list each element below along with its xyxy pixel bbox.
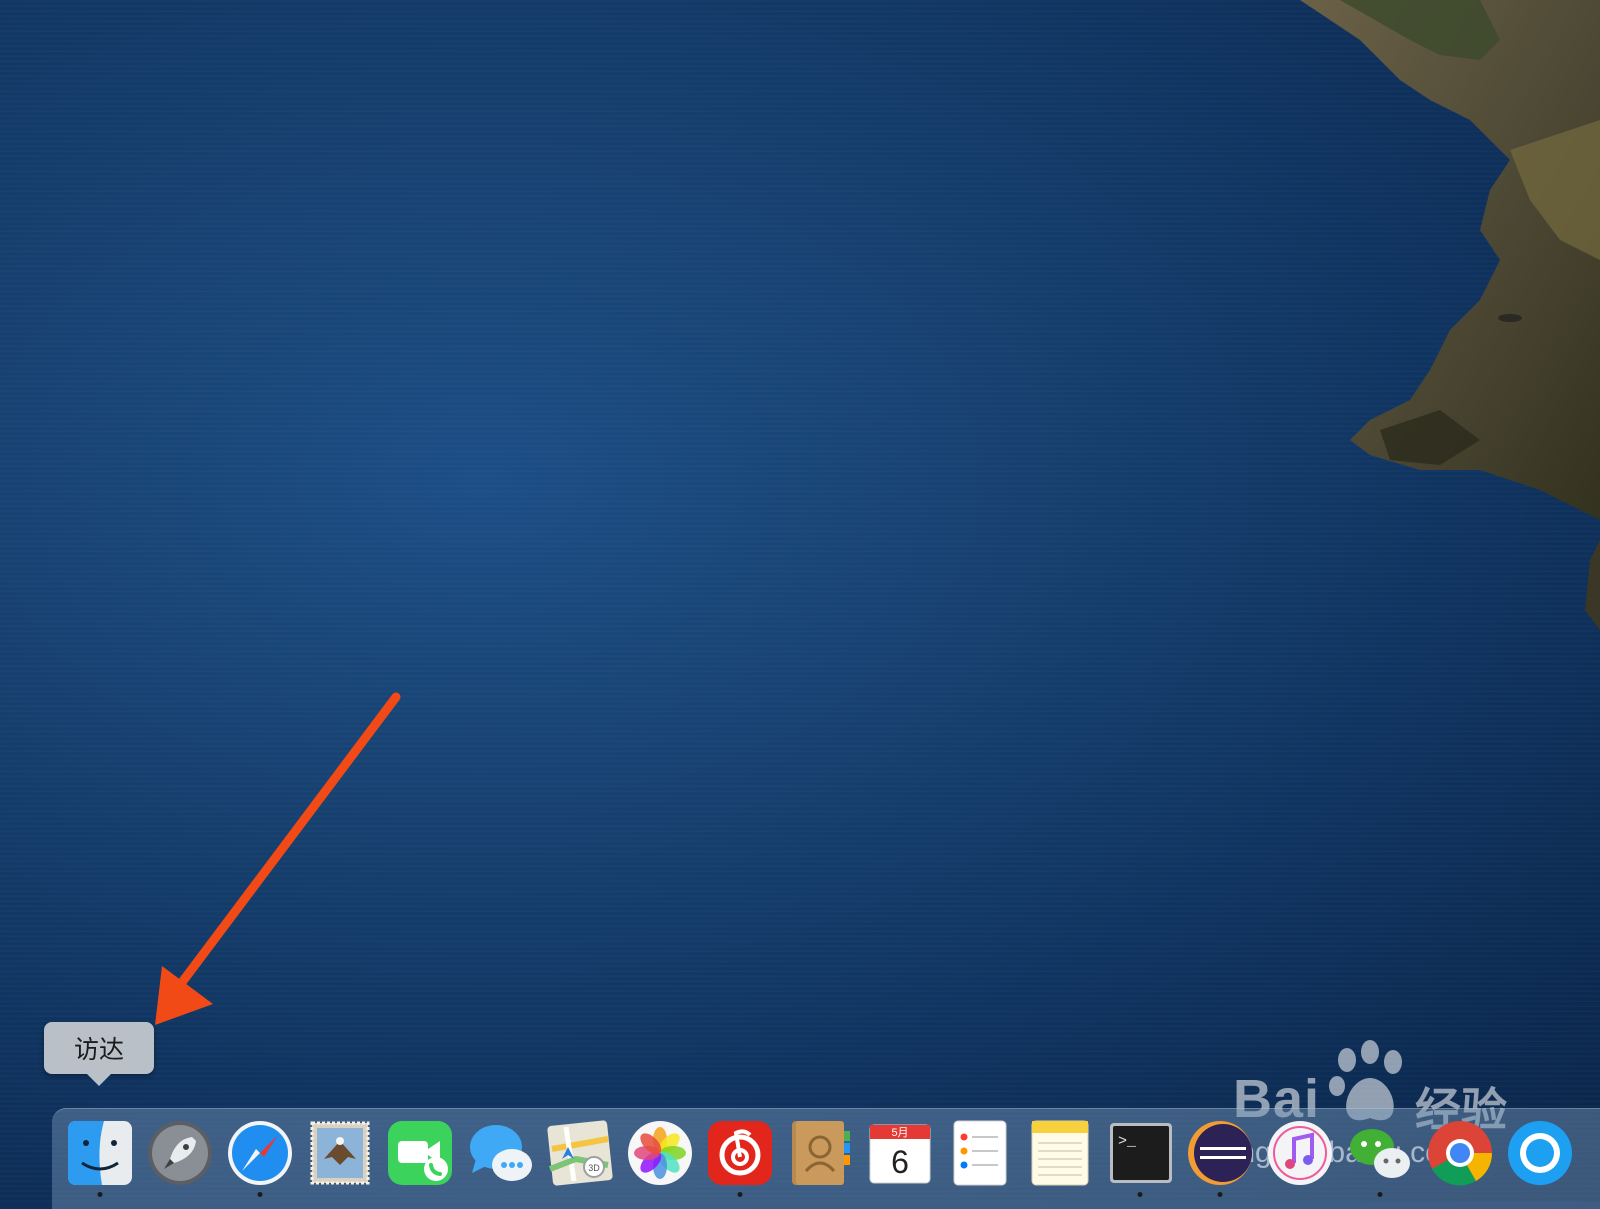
running-indicator bbox=[1377, 1192, 1383, 1197]
qq-icon bbox=[1508, 1121, 1572, 1185]
dock-item-launchpad[interactable] bbox=[146, 1119, 214, 1187]
tooltip-label: 访达 bbox=[73, 1036, 124, 1064]
dock-item-facetime[interactable] bbox=[386, 1119, 454, 1187]
svg-text:3D: 3D bbox=[588, 1163, 600, 1173]
finder-icon bbox=[68, 1121, 132, 1185]
itunes-icon bbox=[1268, 1121, 1332, 1185]
dock-item-mail[interactable] bbox=[306, 1119, 374, 1187]
reminders-icon bbox=[953, 1120, 1007, 1186]
dock-item-netease-music[interactable] bbox=[706, 1119, 774, 1197]
calendar-month: 5月 bbox=[891, 1127, 908, 1139]
finder-tooltip: 访达 bbox=[44, 1022, 154, 1074]
dock-item-reminders[interactable] bbox=[946, 1119, 1014, 1187]
terminal-icon: >_ bbox=[1110, 1123, 1172, 1183]
dock-item-maps[interactable]: 3D bbox=[546, 1119, 614, 1187]
running-indicator bbox=[1217, 1192, 1223, 1197]
safari-icon bbox=[228, 1121, 292, 1185]
running-indicator bbox=[257, 1192, 263, 1197]
dock-item-chrome[interactable] bbox=[1426, 1119, 1494, 1187]
annotation-arrow bbox=[155, 692, 401, 1025]
dock-item-itunes[interactable] bbox=[1266, 1119, 1334, 1187]
dock-item-notes[interactable] bbox=[1026, 1119, 1094, 1187]
running-indicator bbox=[1137, 1192, 1143, 1197]
dock-item-wechat[interactable] bbox=[1346, 1119, 1414, 1197]
eclipse-icon bbox=[1188, 1121, 1252, 1185]
terminal-prompt: >_ bbox=[1118, 1133, 1137, 1150]
dock-item-calendar[interactable]: 5月 6 bbox=[866, 1119, 934, 1187]
launchpad-icon bbox=[148, 1121, 212, 1185]
calendar-day: 6 bbox=[891, 1144, 909, 1180]
dock: 3D 5月 6 >_ bbox=[52, 1108, 1600, 1209]
running-indicator bbox=[737, 1192, 743, 1197]
contacts-icon bbox=[792, 1121, 850, 1185]
dock-item-finder[interactable] bbox=[66, 1119, 134, 1197]
running-indicator bbox=[97, 1192, 103, 1197]
dock-item-messages[interactable] bbox=[466, 1119, 534, 1187]
dock-item-contacts[interactable] bbox=[786, 1119, 854, 1187]
messages-icon bbox=[470, 1125, 532, 1181]
notes-icon bbox=[1031, 1120, 1089, 1186]
mail-icon bbox=[310, 1121, 370, 1185]
dock-item-qq[interactable] bbox=[1506, 1119, 1574, 1187]
wechat-icon bbox=[1350, 1129, 1410, 1178]
facetime-icon bbox=[388, 1121, 452, 1185]
dock-item-photos[interactable] bbox=[626, 1119, 694, 1187]
chrome-icon bbox=[1428, 1121, 1493, 1186]
maps-icon: 3D bbox=[547, 1120, 613, 1186]
dock-item-terminal[interactable]: >_ bbox=[1106, 1119, 1174, 1197]
photos-icon bbox=[628, 1121, 692, 1185]
dock-item-safari[interactable] bbox=[226, 1119, 294, 1197]
netease-music-icon bbox=[708, 1121, 772, 1185]
dock-item-eclipse[interactable] bbox=[1186, 1119, 1254, 1197]
calendar-icon: 5月 6 bbox=[869, 1124, 931, 1184]
